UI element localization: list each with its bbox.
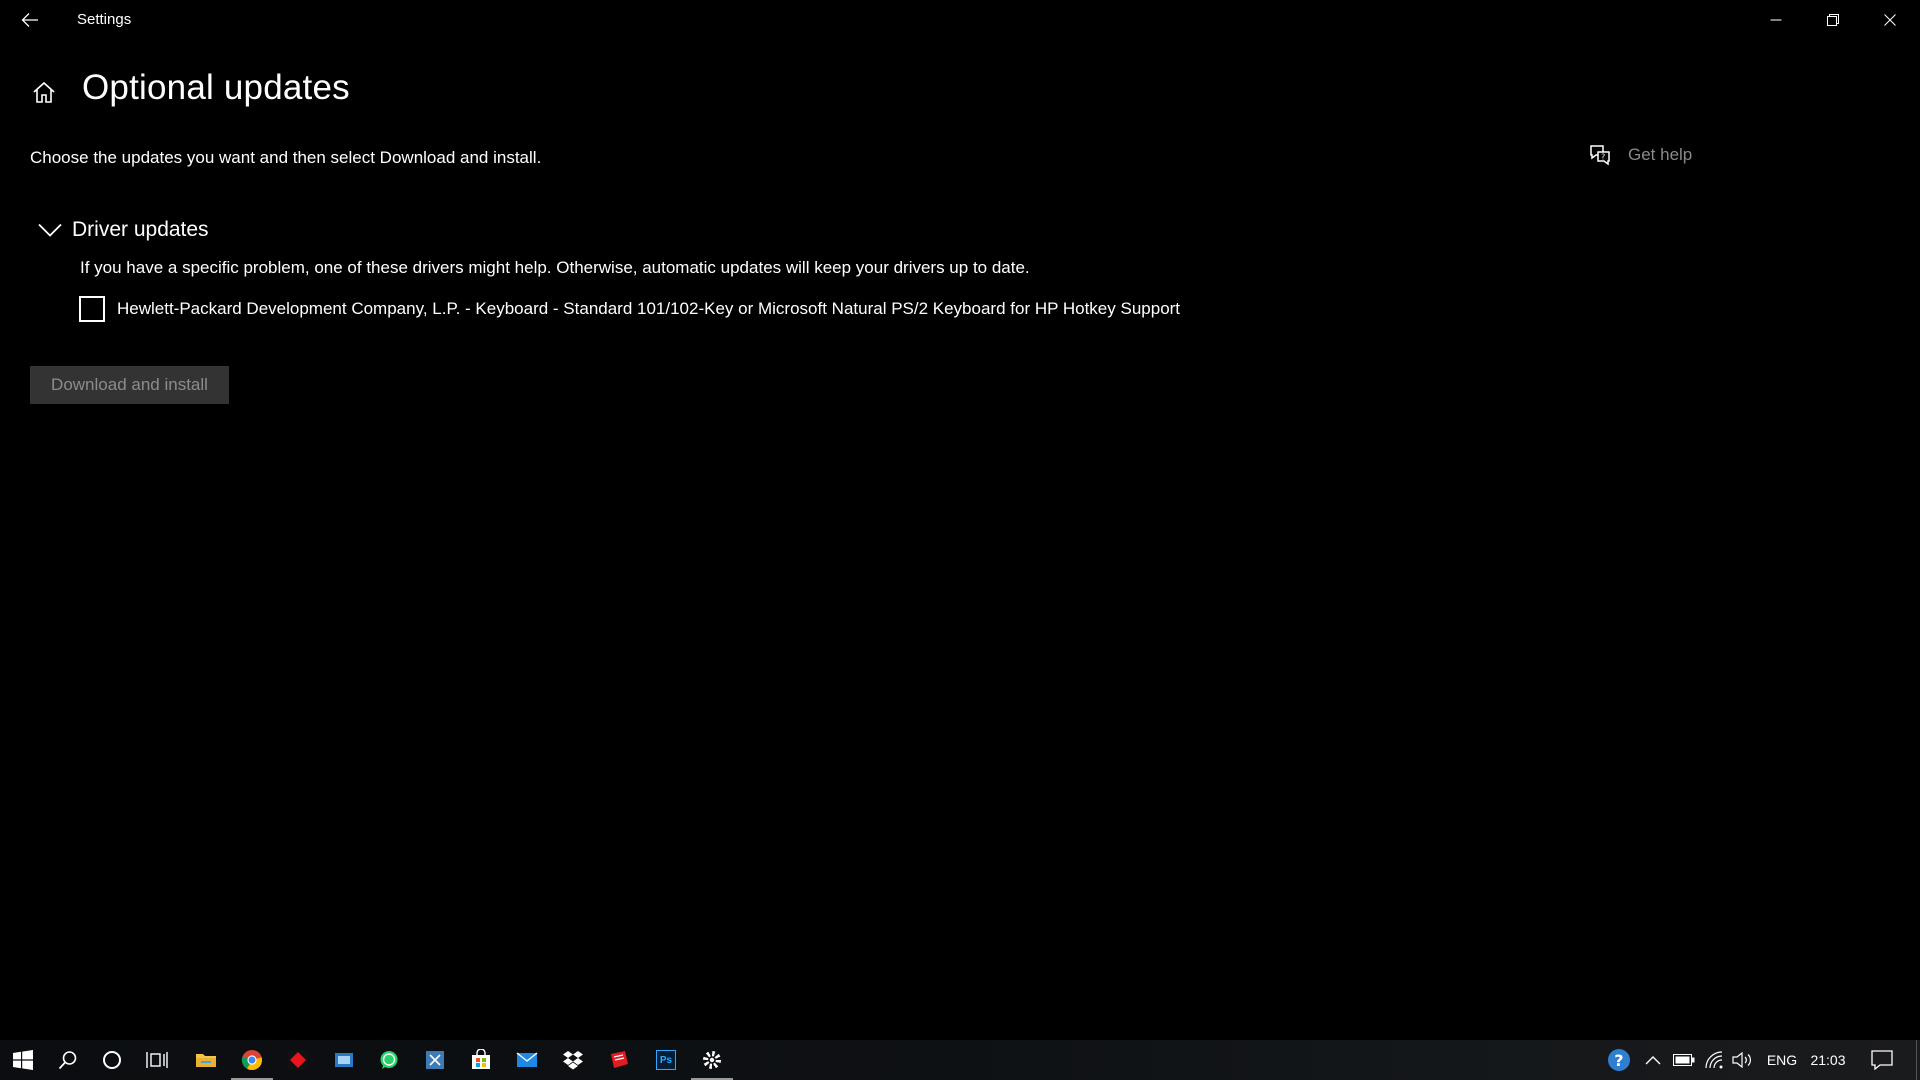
taskbar-red-book[interactable] (596, 1040, 642, 1080)
taskbar-file-explorer[interactable] (183, 1040, 229, 1080)
red-app-icon (288, 1050, 308, 1070)
app-blue-icon (335, 1053, 353, 1067)
home-button[interactable] (29, 78, 59, 108)
start-button[interactable] (0, 1040, 46, 1080)
download-and-install-button[interactable]: Download and install (30, 366, 229, 404)
whatsapp-icon (380, 1051, 398, 1069)
taskbar-blue-app[interactable] (321, 1040, 367, 1080)
tray-network[interactable] (1700, 1040, 1728, 1080)
taskbar-search-button[interactable] (45, 1040, 91, 1080)
battery-icon (1673, 1054, 1695, 1066)
minimize-icon (1770, 19, 1782, 21)
search-icon (58, 1051, 77, 1070)
taskbar-snipping-tool[interactable] (412, 1040, 458, 1080)
tray-overflow[interactable] (1640, 1040, 1666, 1080)
driver-update-checkbox[interactable] (79, 296, 105, 322)
cortana-button[interactable] (89, 1040, 135, 1080)
wifi-icon (1705, 1051, 1723, 1069)
volume-icon (1732, 1051, 1751, 1069)
back-arrow-icon (21, 13, 38, 27)
action-center-button[interactable] (1862, 1040, 1902, 1080)
snipping-tool-icon (426, 1051, 444, 1069)
window-title: Settings (77, 11, 132, 28)
tray-language[interactable]: ENG (1762, 1040, 1802, 1080)
chevron-up-icon (1645, 1056, 1661, 1065)
taskbar-red-app[interactable] (275, 1040, 321, 1080)
photoshop-icon: Ps (656, 1050, 676, 1070)
driver-updates-title: Driver updates (72, 218, 209, 241)
close-icon (1884, 14, 1896, 26)
tray-help[interactable]: ? (1602, 1040, 1636, 1080)
taskbar-dropbox[interactable] (550, 1040, 596, 1080)
taskbar-settings[interactable] (689, 1040, 735, 1080)
cortana-icon (103, 1051, 121, 1069)
restore-icon (1827, 14, 1839, 26)
notification-icon (1871, 1050, 1893, 1070)
show-desktop-divider (1915, 1040, 1917, 1080)
taskbar-whatsapp[interactable] (366, 1040, 412, 1080)
tray-volume[interactable] (1729, 1040, 1757, 1080)
settings-icon (703, 1051, 721, 1069)
page-title: Optional updates (82, 68, 350, 107)
taskbar-mail[interactable] (504, 1040, 550, 1080)
dropbox-icon (563, 1051, 583, 1070)
chat-help-icon: ? (1590, 145, 1610, 166)
file-explorer-icon (196, 1054, 216, 1067)
svg-text:?: ? (1614, 1051, 1623, 1070)
taskbar-store[interactable] (458, 1040, 504, 1080)
clock-time: 21:03 (1810, 1052, 1846, 1068)
close-button[interactable] (1862, 0, 1918, 40)
chrome-icon (241, 1050, 263, 1071)
tray-clock[interactable]: 21:03 (1806, 1040, 1850, 1080)
store-icon (472, 1049, 490, 1069)
driver-update-item[interactable]: Hewlett-Packard Development Company, L.P… (79, 296, 1180, 322)
show-desktop-button[interactable] (1912, 1040, 1920, 1080)
title-bar: Settings (0, 0, 1920, 40)
task-view-icon (146, 1052, 168, 1068)
svg-text:?: ? (1601, 153, 1605, 162)
taskbar-chrome[interactable] (229, 1040, 275, 1080)
driver-update-label[interactable]: Hewlett-Packard Development Company, L.P… (117, 299, 1180, 319)
taskbar: Ps ? ENG 21:03 (0, 1040, 1920, 1080)
get-help-link[interactable]: ? Get help (1588, 144, 1692, 166)
start-icon (13, 1050, 33, 1070)
tray-battery[interactable] (1670, 1040, 1698, 1080)
task-view-button[interactable] (134, 1040, 180, 1080)
minimize-button[interactable] (1748, 0, 1804, 40)
back-button[interactable] (14, 6, 46, 34)
chevron-down-icon (38, 223, 62, 237)
get-help-label: Get help (1628, 145, 1693, 164)
mail-icon (516, 1052, 538, 1067)
driver-updates-toggle[interactable]: Driver updates (38, 218, 209, 242)
restore-button[interactable] (1805, 0, 1861, 40)
taskbar-photoshop[interactable]: Ps (643, 1040, 689, 1080)
home-icon (33, 81, 55, 103)
page-subtitle: Choose the updates you want and then sel… (30, 148, 542, 167)
language-indicator: ENG (1766, 1052, 1798, 1068)
help-question-icon: ? (1608, 1049, 1630, 1071)
driver-updates-description: If you have a specific problem, one of t… (80, 258, 1030, 277)
red-book-icon (611, 1051, 628, 1068)
